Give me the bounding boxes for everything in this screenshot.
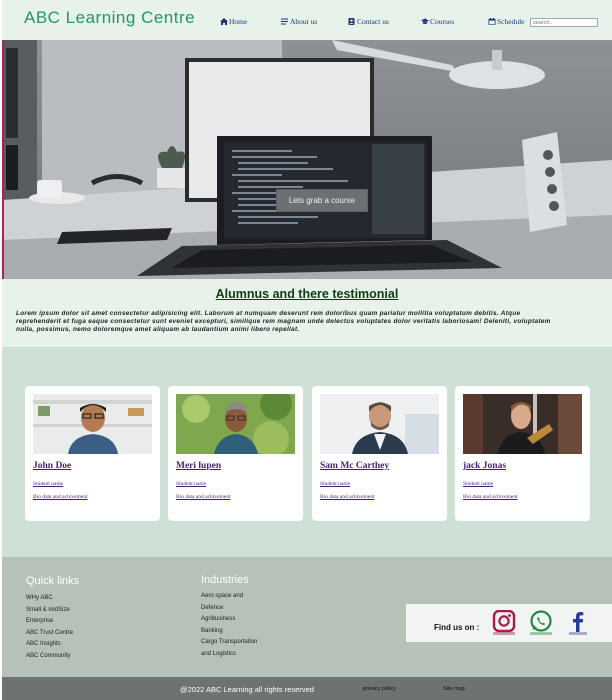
industries-title: Industries (201, 574, 249, 586)
nav-contact[interactable]: Contact us (348, 17, 389, 26)
quick-links-title: Quick links (26, 575, 80, 587)
quick-link-item[interactable]: WHy ABC (26, 593, 73, 605)
alumni-role-link[interactable]: Student name (33, 481, 63, 487)
alumni-role-link[interactable]: Student name (463, 481, 493, 487)
industry-item[interactable]: and Logistics (201, 649, 257, 661)
alumni-photo (33, 394, 152, 454)
brand-logo[interactable]: ABC Learning Centre (24, 8, 195, 28)
alumni-bio-link[interactable]: Bio data and achivement (320, 494, 375, 500)
nav-courses[interactable]: Courses (421, 17, 454, 26)
industry-item[interactable]: Aero space and (201, 591, 257, 603)
calendar-icon (488, 18, 496, 25)
facebook-icon[interactable] (566, 610, 590, 636)
site-header: ABC Learning Centre Home About us Contac… (2, 0, 612, 40)
alumni-photo (463, 394, 582, 454)
home-icon (220, 18, 228, 25)
industry-item[interactable]: Defence (201, 603, 257, 615)
industry-item[interactable]: Banking (201, 626, 257, 638)
testimonial-title: Alumnus and there testimonial (215, 287, 399, 301)
industry-item[interactable]: Agribusiness (201, 614, 257, 626)
site-map-link[interactable]: Site map (443, 686, 465, 692)
privacy-policy-link[interactable]: privacy policy (363, 686, 396, 692)
nav-courses-label: Courses (430, 17, 455, 26)
alumni-photo (320, 394, 439, 454)
quick-link-item[interactable]: ABC Insights (26, 639, 73, 651)
alumni-photo (176, 394, 295, 454)
alumni-card: Sam Mc Carthey Student name Bio data and… (312, 386, 447, 521)
copyright-text: @2022 ABC Learning all rights reserved (180, 685, 314, 694)
quick-link-item[interactable]: Enterprise (26, 616, 73, 628)
search-input[interactable] (530, 18, 598, 27)
alumni-bio-link[interactable]: Bio data and achivement (33, 494, 88, 500)
alumni-name[interactable]: Sam Mc Carthey (320, 461, 389, 471)
copyright-bar: @2022 ABC Learning all rights reserved p… (2, 677, 612, 700)
quick-links-list: WHy ABC Small & midSize Enterprise ABC T… (26, 593, 73, 663)
alumni-card: Meri lupen Student name Bio data and ach… (168, 386, 303, 521)
nav-home-label: Home (229, 17, 248, 26)
alumni-bio-link[interactable]: Bio data and achivement (176, 494, 231, 500)
alumni-name[interactable]: John Doe (33, 461, 71, 471)
industries-list: Aero space and Defence Agribusiness Bank… (201, 591, 257, 661)
alumni-name[interactable]: Meri lupen (176, 461, 221, 471)
nav-schedule-label: Schedule (497, 17, 525, 26)
graduation-cap-icon (421, 18, 429, 25)
nav-about-label: About us (290, 17, 318, 26)
quick-link-item[interactable]: ABC Trust Centre (26, 628, 73, 640)
whatsapp-icon[interactable] (529, 610, 553, 636)
alumni-card: jack Jonas Student name Bio data and ach… (455, 386, 590, 521)
list-icon (281, 18, 289, 25)
quick-link-item[interactable]: ABC Community (26, 651, 73, 663)
alumni-name[interactable]: jack Jonas (463, 461, 506, 471)
find-us-label: Find us on : (434, 623, 480, 632)
nav-home[interactable]: Home (220, 17, 247, 26)
grab-course-button[interactable]: Lets grab a course (276, 189, 368, 212)
industry-item[interactable]: Cargo Transportation (201, 637, 257, 649)
testimonial-body: Lorem ipsum dolor sit amet consectetur a… (16, 310, 551, 333)
alumni-card: John Doe Student name Bio data and achiv… (25, 386, 160, 521)
contact-card-icon (348, 18, 356, 25)
alumni-role-link[interactable]: Student name (176, 481, 206, 487)
nav-about[interactable]: About us (281, 17, 317, 26)
hero-desk-illustration (2, 40, 612, 279)
hero-banner: Lets grab a course (2, 40, 612, 279)
quick-link-item[interactable]: Small & midSize (26, 605, 73, 617)
nav-schedule[interactable]: Schedule (488, 17, 525, 26)
alumni-role-link[interactable]: Student name (320, 481, 350, 487)
alumni-bio-link[interactable]: Bio data and achivement (463, 494, 518, 500)
testimonial-section: Alumnus and there testimonial Lorem ipsu… (2, 279, 612, 347)
instagram-icon[interactable] (492, 609, 516, 636)
nav-contact-label: Contact us (357, 17, 389, 26)
find-us-panel: Find us on : (406, 604, 612, 642)
